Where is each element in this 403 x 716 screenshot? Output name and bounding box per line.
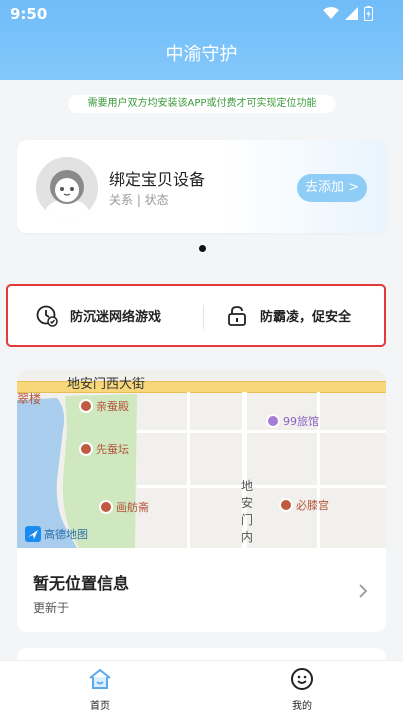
map-poi[interactable]: 必膝宫	[279, 497, 329, 513]
device-card[interactable]: 绑定宝贝设备 关系 | 状态 去添加 >	[17, 140, 386, 233]
app-header: 9:50 中渝守护	[0, 0, 403, 80]
tab-me-label: 我的	[292, 701, 312, 712]
landmark-marker-icon	[279, 498, 293, 512]
avatar	[36, 157, 98, 219]
amap-logo-icon	[25, 526, 41, 542]
map-area-label: 翠楼	[17, 392, 42, 406]
status-icons	[323, 6, 373, 21]
lock-icon	[228, 305, 246, 326]
map-poi[interactable]: 99旅馆	[266, 413, 319, 429]
feature-anti-addiction-label: 防沉迷网络游戏	[70, 310, 162, 325]
map-view[interactable]: 地安门西大街 翠楼 地安门内 亲蚕殿 先蚕坛 画舫斋 99旅馆 必膝宫 高德地图	[17, 370, 386, 548]
feature-anti-bullying-label: 防霸凌，促安全	[260, 310, 352, 325]
clock-check-icon	[36, 305, 58, 327]
location-title: 暂无位置信息	[33, 574, 130, 593]
tab-home-label: 首页	[90, 701, 110, 712]
map-logo: 高德地图	[25, 526, 88, 542]
map-poi[interactable]: 亲蚕殿	[79, 398, 129, 414]
map-poi[interactable]: 先蚕坛	[79, 441, 129, 457]
landmark-marker-icon	[79, 442, 93, 456]
map-street-vertical-label: 地安门内	[241, 479, 254, 544]
default-avatar-icon	[36, 157, 98, 219]
add-device-button[interactable]: 去添加 >	[297, 174, 367, 202]
status-bar: 9:50	[0, 0, 403, 30]
device-card-title: 绑定宝贝设备	[109, 170, 206, 189]
status-time: 9:50	[10, 5, 48, 23]
map-poi[interactable]: 画舫斋	[99, 499, 149, 515]
battery-icon	[364, 6, 373, 21]
device-card-subtitle: 关系 | 状态	[109, 193, 169, 207]
page-title: 中渝守护	[165, 44, 238, 65]
bottom-tab-bar: 首页 我的	[0, 660, 403, 716]
tab-me[interactable]: 我的	[272, 667, 332, 712]
chevron-right-icon[interactable]	[358, 583, 368, 599]
location-notice: 需要用户双方均安装该APP或付费才可实现定位功能	[68, 95, 336, 113]
feature-anti-addiction[interactable]: 防沉迷网络游戏	[36, 286, 161, 345]
wifi-icon	[323, 7, 339, 19]
feature-row: 防沉迷网络游戏 防霸凌，促安全	[6, 284, 386, 347]
smile-icon	[291, 668, 313, 690]
landmark-marker-icon	[99, 500, 113, 514]
hotel-marker-icon	[266, 414, 280, 428]
map-background	[17, 370, 386, 548]
signal-icon	[345, 7, 358, 20]
location-updated: 更新于	[33, 601, 70, 615]
feature-divider	[203, 305, 204, 329]
feature-anti-bullying[interactable]: 防霸凌，促安全	[226, 286, 351, 345]
map-logo-text: 高德地图	[44, 528, 88, 541]
landmark-marker-icon	[79, 399, 93, 413]
location-card[interactable]: 地安门西大街 翠楼 地安门内 亲蚕殿 先蚕坛 画舫斋 99旅馆 必膝宫 高德地图…	[17, 370, 386, 632]
home-icon	[89, 668, 111, 689]
tab-home[interactable]: 首页	[70, 667, 130, 712]
carousel-indicator	[199, 245, 206, 252]
map-street-label: 地安门西大街	[67, 377, 146, 392]
